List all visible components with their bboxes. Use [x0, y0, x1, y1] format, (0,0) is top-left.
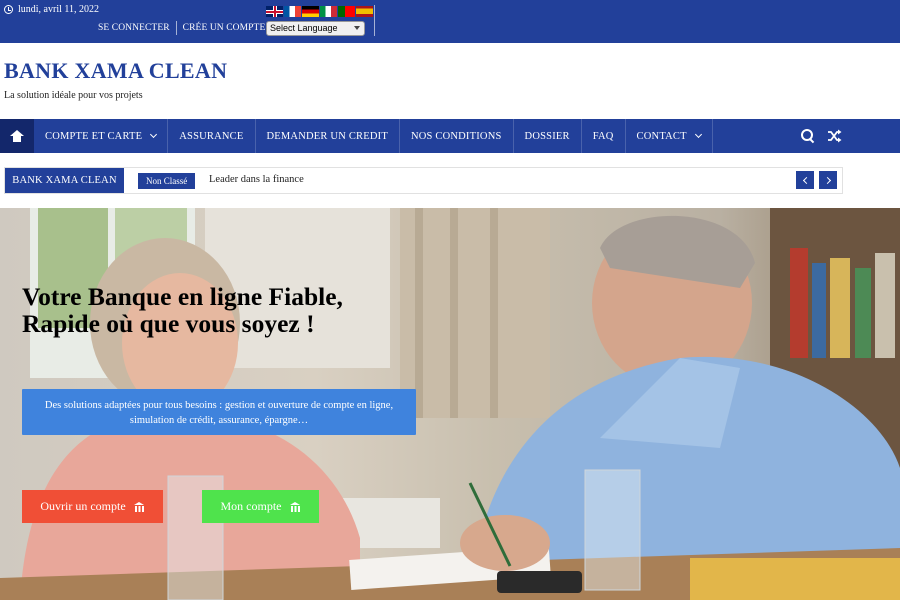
my-account-button[interactable]: Mon compte — [202, 490, 319, 523]
site-tagline: La solution idéale pour vos projets — [4, 90, 143, 101]
chevron-down-icon — [694, 130, 702, 139]
search-icon[interactable] — [801, 129, 815, 143]
ticker-label: BANK XAMA CLEAN — [5, 168, 124, 193]
flag-gb-icon[interactable] — [266, 6, 283, 17]
home-icon — [10, 130, 24, 142]
register-link[interactable]: CRÉE UN COMPTE — [177, 21, 273, 35]
ticker-headline[interactable]: Leader dans la finance — [209, 174, 304, 185]
flag-pt-icon[interactable] — [338, 6, 355, 17]
nav-item-label: DOSSIER — [524, 130, 570, 142]
my-account-label: Mon compte — [220, 499, 282, 513]
language-select[interactable]: Select Language — [266, 21, 365, 36]
ticker-next-button[interactable] — [819, 171, 837, 189]
language-select-value: Select Language — [270, 23, 338, 33]
nav-item-label: COMPTE ET CARTE — [45, 130, 143, 142]
flag-de-icon[interactable] — [302, 6, 319, 17]
news-ticker: BANK XAMA CLEAN Non Classé Leader dans l… — [4, 167, 843, 194]
nav-home-button[interactable] — [0, 119, 34, 153]
current-date: lundi, avril 11, 2022 — [4, 4, 99, 15]
account-links: SE CONNECTER CRÉE UN COMPTE — [92, 20, 273, 36]
chevron-down-icon — [150, 130, 158, 139]
ticker-prev-button[interactable] — [796, 171, 814, 189]
hero-title: Votre Banque en ligne Fiable, Rapide où … — [22, 283, 442, 337]
nav-item-demander-credit[interactable]: DEMANDER UN CREDIT — [256, 119, 400, 153]
open-account-label: Ouvrir un compte — [40, 499, 126, 513]
open-account-button[interactable]: Ouvrir un compte — [22, 490, 163, 523]
login-link[interactable]: SE CONNECTER — [92, 21, 177, 35]
nav-item-contact[interactable]: CONTACT — [626, 119, 713, 153]
nav-item-label: FAQ — [592, 130, 614, 142]
nav-item-label: CONTACT — [636, 130, 687, 142]
hero-title-line1: Votre Banque en ligne Fiable, — [22, 282, 343, 311]
site-title[interactable]: BANK XAMA CLEAN — [4, 58, 227, 84]
language-flags — [266, 6, 373, 17]
nav-tools — [801, 119, 842, 153]
nav-item-compte-et-carte[interactable]: COMPTE ET CARTE — [34, 119, 169, 153]
nav-item-label: ASSURANCE — [179, 130, 244, 142]
hero-description: Des solutions adaptées pour tous besoins… — [22, 389, 416, 435]
clock-icon — [4, 5, 13, 14]
nav-item-faq[interactable]: FAQ — [582, 119, 626, 153]
nav-item-assurance[interactable]: ASSURANCE — [168, 119, 256, 153]
main-nav: COMPTE ET CARTE ASSURANCE DEMANDER UN CR… — [0, 119, 900, 153]
flag-fr-icon[interactable] — [284, 6, 301, 17]
nav-item-dossier[interactable]: DOSSIER — [514, 119, 582, 153]
nav-item-label: NOS CONDITIONS — [410, 130, 502, 142]
chevron-left-icon — [802, 176, 810, 184]
chevron-down-icon — [354, 26, 360, 30]
bank-icon — [289, 501, 301, 512]
date-text: lundi, avril 11, 2022 — [18, 4, 100, 15]
flag-it-icon[interactable] — [320, 6, 337, 17]
nav-item-label: DEMANDER UN CREDIT — [266, 130, 388, 142]
ticker-category-badge[interactable]: Non Classé — [138, 173, 196, 189]
bank-icon — [133, 501, 145, 512]
shuffle-icon[interactable] — [827, 129, 842, 143]
hero-banner: Votre Banque en ligne Fiable, Rapide où … — [0, 208, 900, 600]
hero-title-line2: Rapide où que vous soyez ! — [22, 309, 315, 338]
flag-es-icon[interactable] — [356, 6, 373, 17]
top-bar: lundi, avril 11, 2022 SE CONNECTER CRÉE … — [0, 0, 900, 43]
divider — [374, 5, 375, 36]
chevron-right-icon — [823, 176, 831, 184]
nav-item-nos-conditions[interactable]: NOS CONDITIONS — [400, 119, 514, 153]
